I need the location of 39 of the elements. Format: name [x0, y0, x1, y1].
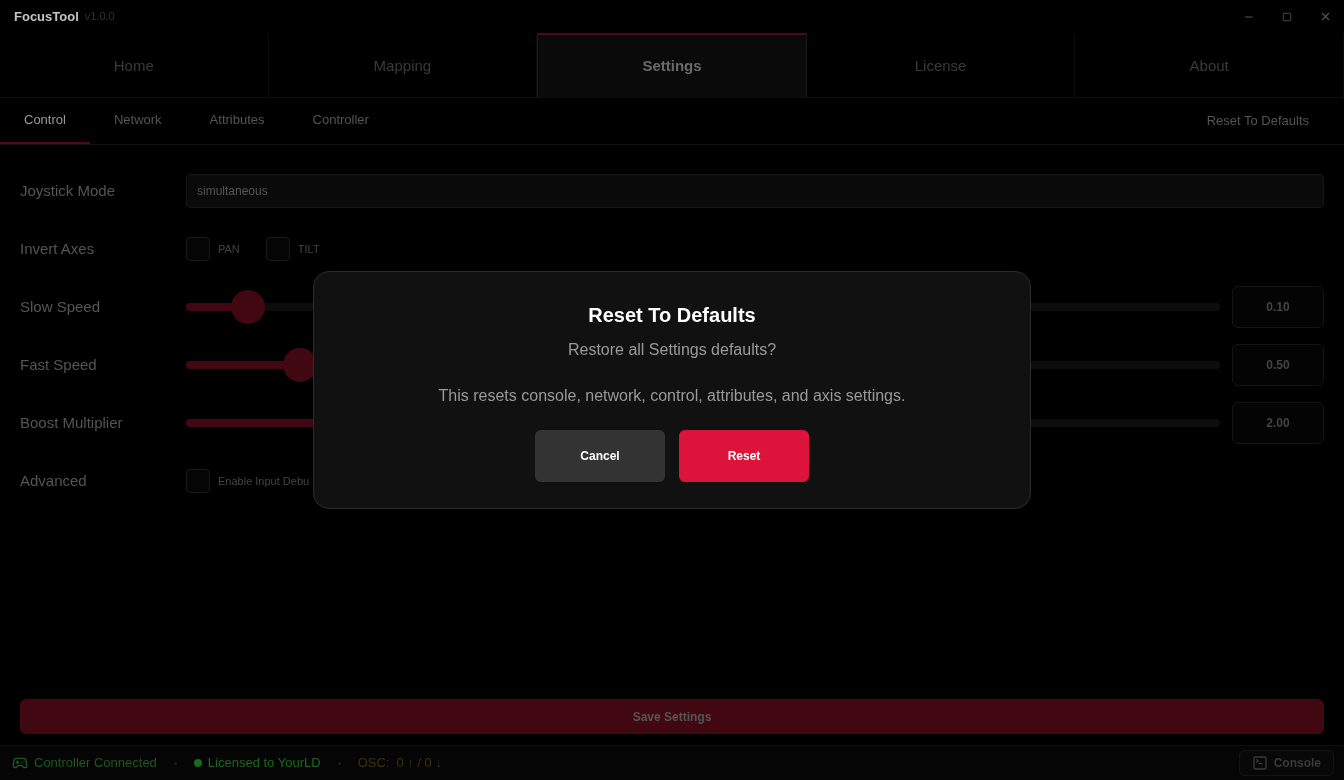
save-settings-button[interactable]: Save Settings: [20, 699, 1324, 734]
sub-tab[interactable]: Attributes: [185, 98, 289, 144]
setting-label: Boost Multiplier: [20, 414, 123, 431]
dialog-detail: This resets console, network, control, attributes, and axis settings.: [438, 386, 906, 406]
sub-tab[interactable]: Controller: [288, 98, 393, 144]
setting-label: Slow Speed: [20, 298, 101, 315]
input-field[interactable]: simultaneous: [186, 174, 1324, 208]
checkbox[interactable]: [186, 237, 210, 261]
dialog-title: Reset To Defaults: [588, 303, 756, 328]
main-tab[interactable]: Settings: [537, 33, 807, 97]
status-text: Licensed to YourLD: [207, 754, 321, 773]
slider-thumb[interactable]: [231, 290, 266, 324]
main-tab[interactable]: License: [806, 33, 1076, 97]
setting-label: Joystick Mode: [20, 182, 116, 199]
setting-label: Fast Speed: [20, 356, 97, 373]
dialog-message: Restore all Settings defaults?: [567, 340, 777, 360]
checkbox[interactable]: [186, 469, 210, 493]
checkbox[interactable]: [265, 237, 290, 261]
main-tab[interactable]: Home: [0, 33, 269, 97]
reset-defaults-link[interactable]: Reset To Defaults: [1206, 98, 1309, 144]
setting-label: Advanced: [20, 472, 87, 489]
sub-tab[interactable]: Control: [0, 98, 90, 144]
osc-label: OSC:: [357, 754, 390, 773]
maximize-icon[interactable]: [1282, 11, 1292, 22]
app-title: FocusTool: [14, 7, 79, 26]
terminal-icon: [1251, 755, 1268, 771]
status-text: Controller Connected: [34, 754, 157, 773]
value-box[interactable]: 0.10: [1232, 286, 1324, 328]
cancel-button[interactable]: Cancel: [535, 430, 665, 482]
value-box[interactable]: 2.00: [1232, 402, 1324, 444]
value-box[interactable]: 0.50: [1232, 344, 1324, 386]
setting-label: Invert Axes: [20, 240, 95, 257]
sub-tab[interactable]: Network: [89, 98, 186, 144]
reset-button[interactable]: Reset: [679, 430, 809, 482]
checkbox-label: Enable Input Debu: [218, 473, 310, 489]
main-tab[interactable]: About: [1075, 33, 1344, 97]
checkbox-label: TILT: [297, 241, 320, 257]
checkbox-label: PAN: [218, 241, 240, 257]
osc-counter: 0 ↑ / 0 ↓: [396, 754, 442, 773]
